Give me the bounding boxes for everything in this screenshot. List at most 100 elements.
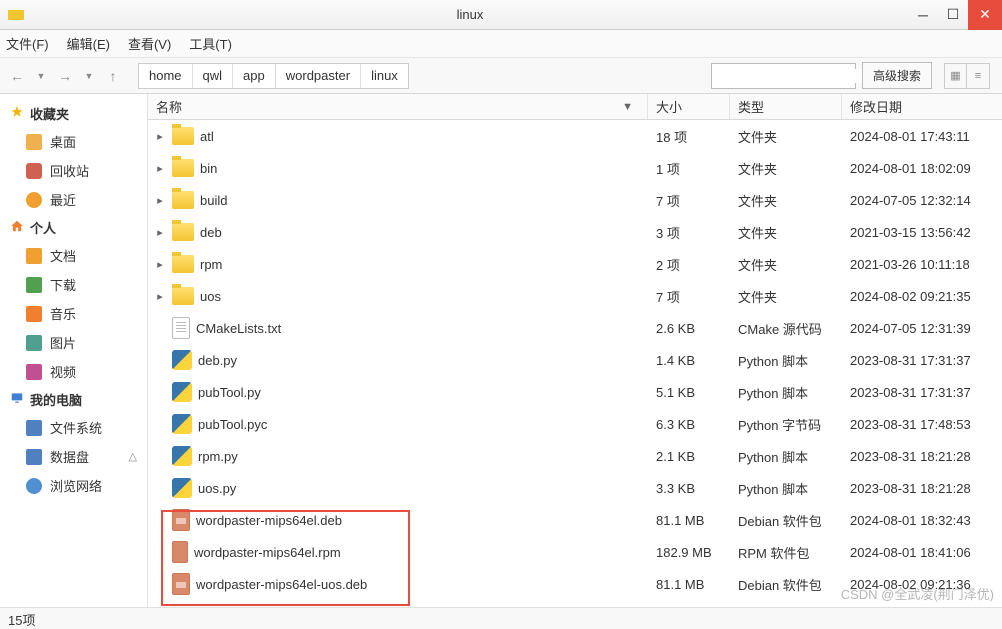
file-row[interactable]: uos.py 3.3 KB Python 脚本 2023-08-31 18:21…: [148, 472, 1002, 504]
file-type-cell: Python 脚本: [730, 351, 842, 370]
expand-icon[interactable]: ▸: [154, 258, 166, 271]
column-date[interactable]: 修改日期: [842, 94, 1002, 119]
sidebar-item[interactable]: 视频: [0, 357, 147, 386]
file-row[interactable]: ▸build 7 项 文件夹 2024-07-05 12:32:14: [148, 184, 1002, 216]
up-button[interactable]: ↑: [104, 68, 122, 84]
file-row[interactable]: ▸rpm 2 项 文件夹 2021-03-26 10:11:18: [148, 248, 1002, 280]
forward-button[interactable]: →: [56, 68, 74, 84]
file-row[interactable]: ▸atl 18 项 文件夹 2024-08-01 17:43:11: [148, 120, 1002, 152]
file-row[interactable]: pubTool.pyc 6.3 KB Python 字节码 2023-08-31…: [148, 408, 1002, 440]
sidebar-item-label: 文档: [50, 246, 76, 265]
column-size[interactable]: 大小: [648, 94, 730, 119]
sidebar-item[interactable]: 音乐: [0, 299, 147, 328]
crumb-qwl[interactable]: qwl: [193, 64, 234, 88]
file-name: CMakeLists.txt: [196, 321, 281, 336]
content-pane: 名称▼ 大小 类型 修改日期 ▸atl 18 项 文件夹 2024-08-01 …: [148, 94, 1002, 607]
file-size-cell: 2.1 KB: [648, 449, 730, 464]
close-button[interactable]: ✕: [968, 0, 1002, 30]
sidebar-group-favorites: 收藏夹: [0, 100, 147, 127]
file-type-cell: 文件夹: [730, 127, 842, 146]
file-date-cell: 2023-08-31 17:31:37: [842, 385, 1002, 400]
file-size-cell: 81.1 MB: [648, 513, 730, 528]
column-name[interactable]: 名称▼: [148, 94, 648, 119]
menu-file[interactable]: 文件(F): [6, 34, 49, 53]
folder-icon: [172, 191, 194, 209]
expand-icon[interactable]: ▸: [154, 162, 166, 175]
file-name-cell: wordpaster-mips64el-uos.deb: [148, 573, 648, 595]
crumb-wordpaster[interactable]: wordpaster: [276, 64, 361, 88]
ic-pic-icon: [26, 335, 42, 351]
ic-fs-icon: [26, 420, 42, 436]
maximize-button[interactable]: ☐: [938, 0, 968, 30]
minimize-button[interactable]: ─: [908, 0, 938, 30]
back-button[interactable]: ←: [8, 68, 26, 84]
file-type-cell: Python 脚本: [730, 383, 842, 402]
watermark: CSDN @全武凌(荆门泽优): [841, 584, 994, 603]
eject-icon[interactable]: △: [129, 450, 137, 463]
file-type-cell: Debian 软件包: [730, 575, 842, 594]
file-row[interactable]: wordpaster-mips64el.deb 81.1 MB Debian 软…: [148, 504, 1002, 536]
titlebar: linux ─ ☐ ✕: [0, 0, 1002, 30]
expand-icon[interactable]: ▸: [154, 290, 166, 303]
file-size-cell: 2 项: [648, 255, 730, 274]
menu-edit[interactable]: 编辑(E): [67, 34, 110, 53]
advanced-search-button[interactable]: 高级搜索: [862, 62, 932, 89]
sidebar-item[interactable]: 最近: [0, 185, 147, 214]
file-name: wordpaster-mips64el-uos.deb: [196, 577, 367, 592]
search-box: [711, 63, 856, 89]
sidebar-item[interactable]: 数据盘 △: [0, 442, 147, 471]
file-size-cell: 182.9 MB: [648, 545, 730, 560]
file-size-cell: 7 项: [648, 287, 730, 306]
file-size-cell: 3 项: [648, 223, 730, 242]
crumb-app[interactable]: app: [233, 64, 276, 88]
text-file-icon: [172, 317, 190, 339]
file-date-cell: 2023-08-31 18:21:28: [842, 481, 1002, 496]
sidebar-item[interactable]: 文档: [0, 241, 147, 270]
sidebar-item[interactable]: 浏览网络: [0, 471, 147, 500]
file-row[interactable]: pubTool.py 5.1 KB Python 脚本 2023-08-31 1…: [148, 376, 1002, 408]
sidebar-item[interactable]: 图片: [0, 328, 147, 357]
file-row[interactable]: deb.py 1.4 KB Python 脚本 2023-08-31 17:31…: [148, 344, 1002, 376]
crumb-home[interactable]: home: [139, 64, 193, 88]
menu-view[interactable]: 查看(V): [128, 34, 171, 53]
sidebar-item-label: 视频: [50, 362, 76, 381]
menu-tools[interactable]: 工具(T): [189, 34, 232, 53]
statusbar: 15项: [0, 607, 1002, 629]
file-row[interactable]: wordpaster-mips64el.rpm 182.9 MB RPM 软件包…: [148, 536, 1002, 568]
sidebar-item-label: 数据盘: [50, 447, 89, 466]
crumb-linux[interactable]: linux: [361, 64, 408, 88]
folder-icon: [172, 223, 194, 241]
file-name: deb: [200, 225, 222, 240]
sidebar-item[interactable]: 桌面: [0, 127, 147, 156]
expand-icon[interactable]: ▸: [154, 226, 166, 239]
back-dropdown[interactable]: ▼: [32, 71, 50, 81]
view-icons-button[interactable]: ▦: [945, 64, 967, 88]
sidebar-item-label: 回收站: [50, 161, 89, 180]
file-row[interactable]: rpm.py 2.1 KB Python 脚本 2023-08-31 18:21…: [148, 440, 1002, 472]
file-date-cell: 2023-08-31 18:21:28: [842, 449, 1002, 464]
file-date-cell: 2024-07-05 12:31:39: [842, 321, 1002, 336]
file-type-cell: Python 脚本: [730, 447, 842, 466]
file-row[interactable]: ▸deb 3 项 文件夹 2021-03-15 13:56:42: [148, 216, 1002, 248]
expand-icon[interactable]: ▸: [154, 130, 166, 143]
file-name-cell: wordpaster-mips64el.deb: [148, 509, 648, 531]
sidebar-group-personal: 个人: [0, 214, 147, 241]
file-row[interactable]: ▸bin 1 项 文件夹 2024-08-01 18:02:09: [148, 152, 1002, 184]
file-name-cell: deb.py: [148, 350, 648, 370]
sidebar-item[interactable]: 下载: [0, 270, 147, 299]
file-size-cell: 81.1 MB: [648, 577, 730, 592]
app-icon: [8, 10, 24, 20]
file-size-cell: 7 项: [648, 191, 730, 210]
search-input[interactable]: [712, 69, 879, 83]
sidebar-item[interactable]: 文件系统: [0, 413, 147, 442]
file-row[interactable]: ▸uos 7 项 文件夹 2024-08-02 09:21:35: [148, 280, 1002, 312]
expand-icon[interactable]: ▸: [154, 194, 166, 207]
column-type[interactable]: 类型: [730, 94, 842, 119]
view-list-button[interactable]: ≡: [967, 64, 989, 88]
file-row[interactable]: CMakeLists.txt 2.6 KB CMake 源代码 2024-07-…: [148, 312, 1002, 344]
forward-dropdown[interactable]: ▼: [80, 71, 98, 81]
sidebar-item-label: 图片: [50, 333, 76, 352]
file-name: rpm.py: [198, 449, 238, 464]
window-title: linux: [32, 7, 908, 22]
sidebar-item[interactable]: 回收站: [0, 156, 147, 185]
